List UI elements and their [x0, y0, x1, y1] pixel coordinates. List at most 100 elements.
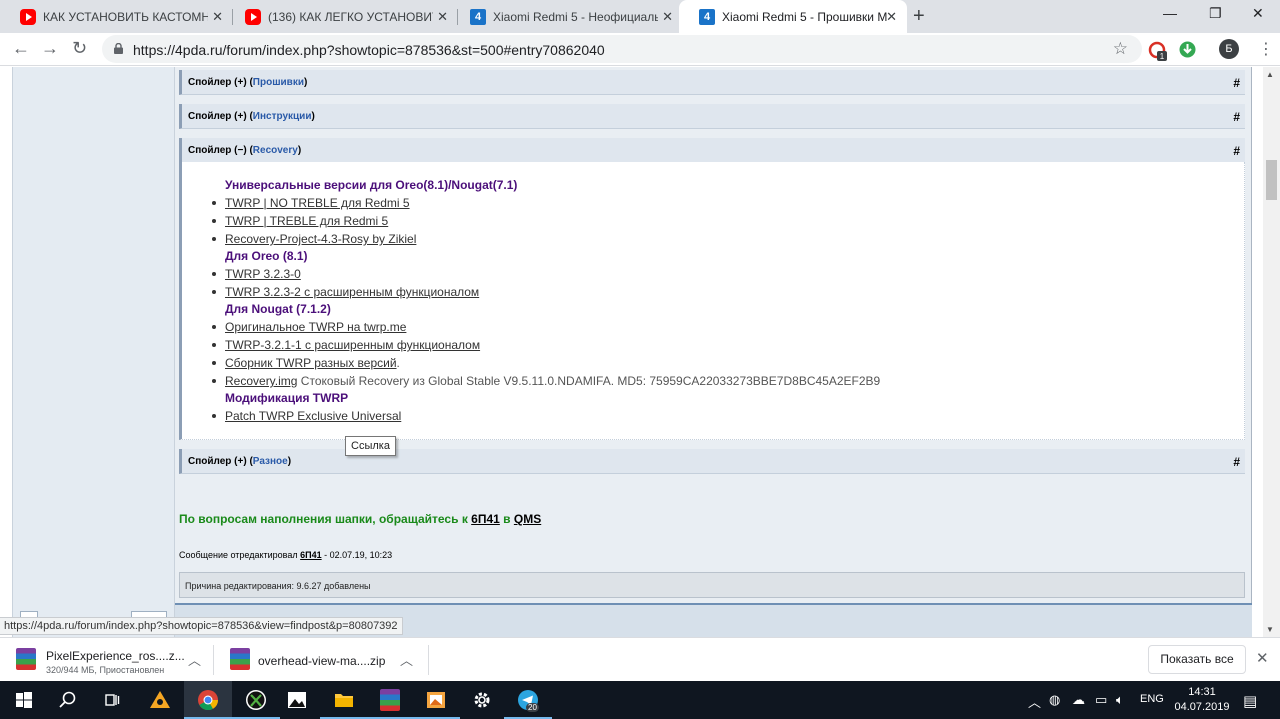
onedrive-icon[interactable]: ☁ [1072, 692, 1085, 708]
user-link[interactable]: 6П41 [471, 512, 500, 526]
spoiler-recovery[interactable]: Спойлер (−) (Recovery) # [179, 138, 1245, 163]
taskbar-app-winrar[interactable] [366, 681, 414, 719]
link-twrp-collection[interactable]: Сборник TWRP разных версий [225, 356, 397, 370]
language-indicator[interactable]: ENG [1140, 693, 1164, 705]
divider [428, 645, 429, 675]
spoiler-suffix: ) [303, 77, 308, 88]
taskbar-app-avast[interactable] [136, 681, 184, 719]
archive-icon [16, 648, 36, 670]
spoiler-suffix: ) [297, 145, 302, 156]
taskbar-app-paint[interactable] [412, 681, 460, 719]
menu-dots-icon[interactable]: ⋮ [1258, 39, 1274, 59]
link-recovery-img[interactable]: Recovery.img [225, 374, 297, 388]
download-item-pixelexperience[interactable]: PixelExperience_ros....z... 320/944 МБ, … [0, 638, 213, 682]
youtube-icon [245, 8, 261, 25]
search-button[interactable] [44, 681, 92, 719]
spoiler-misc[interactable]: Спойлер (+) (Разное) # [179, 449, 1245, 474]
avast-icon [150, 691, 170, 708]
reload-icon[interactable]: ↻ [72, 38, 87, 59]
link-twrp-treble[interactable]: TWRP | TREBLE для Redmi 5 [225, 214, 388, 228]
author-column [12, 67, 175, 637]
spoiler-firmware[interactable]: Спойлер (+) (Прошивки) # [179, 70, 1245, 95]
task-view-icon [105, 694, 120, 706]
spoiler-instructions[interactable]: Спойлер (+) (Инструкции) # [179, 104, 1245, 129]
back-arrow-icon[interactable]: ← [12, 38, 30, 59]
4pda-icon: 4 [699, 8, 715, 25]
search-icon [59, 691, 76, 708]
editor-link[interactable]: 6П41 [300, 550, 322, 560]
status-bar-url: https://4pda.ru/forum/index.php?showtopi… [0, 617, 403, 635]
spoiler-link-recovery[interactable]: Recovery [253, 145, 298, 156]
spoiler-anchor[interactable]: # [1233, 455, 1240, 469]
link-patch-twrp[interactable]: Patch TWRP Exclusive Universal [225, 409, 401, 423]
volume-icon[interactable]: 🔈︎ [1116, 692, 1124, 708]
scroll-up-arrow-icon[interactable]: ▲ [1266, 70, 1274, 79]
close-tab-icon[interactable]: ✕ [662, 9, 673, 25]
list-item-suffix: . [396, 356, 400, 370]
download-extension-icon[interactable] [1179, 41, 1196, 58]
qms-link[interactable]: QMS [514, 512, 541, 526]
close-tab-icon[interactable]: ✕ [212, 9, 223, 25]
tab-4pda-unofficial[interactable]: 4 Xiaomi Redmi 5 - Неофициальные ✕ [450, 0, 683, 33]
minimize-button[interactable]: — [1163, 5, 1177, 21]
link-twrp-3211[interactable]: TWRP-3.2.1-1 с расширенным функционалом [225, 338, 480, 352]
address-bar[interactable]: https://4pda.ru/forum/index.php?showtopi… [102, 35, 1142, 63]
spoiler-anchor[interactable]: # [1233, 144, 1240, 158]
edit-note: Сообщение отредактировал 6П41 - 02.07.19… [179, 550, 392, 560]
taskbar-app-settings[interactable] [458, 681, 506, 719]
spoiler-anchor[interactable]: # [1233, 110, 1240, 124]
task-view-button[interactable] [88, 681, 136, 719]
link-recovery-project[interactable]: Recovery-Project-4.3-Rosy by Zikiel [225, 232, 416, 246]
link-twrp-3232[interactable]: TWRP 3.2.3-2 с расширенным функционалом [225, 285, 479, 299]
spoiler-prefix: Спойлер (+) ( [188, 111, 253, 122]
battery-icon[interactable]: ▭ [1095, 692, 1107, 708]
tab-4pda-firmware[interactable]: 4 Xiaomi Redmi 5 - Прошивки MIUI ✕ [679, 0, 907, 33]
contact-mid: в [499, 512, 514, 526]
close-tab-icon[interactable]: ✕ [437, 9, 448, 25]
show-all-downloads-button[interactable]: Показать все [1148, 645, 1246, 674]
link-twrp-3230[interactable]: TWRP 3.2.3-0 [225, 267, 301, 281]
system-clock[interactable]: 14:31 04.07.2019 [1172, 685, 1232, 715]
post-border [1251, 67, 1252, 637]
scroll-down-arrow-icon[interactable]: ▼ [1266, 625, 1274, 634]
close-tab-icon[interactable]: ✕ [886, 9, 897, 25]
maximize-button[interactable]: ❐ [1209, 5, 1222, 22]
download-item-overhead[interactable]: overhead-view-ma....zip ︿ [214, 638, 428, 682]
taskbar-app-explorer[interactable] [320, 681, 368, 719]
download-name: overhead-view-ma....zip [258, 654, 386, 668]
chevron-up-icon[interactable]: ︿ [400, 650, 413, 669]
taskbar-app-telegram[interactable]: 20 [504, 681, 552, 719]
tab-youtube-1[interactable]: КАК УСТАНОВИТЬ КАСТОМНУЮ ✕ [0, 0, 233, 33]
notifications-icon[interactable]: ▤ [1243, 692, 1257, 710]
adblock-extension-icon[interactable]: 1 [1148, 41, 1168, 61]
network-globe-icon[interactable]: ◍ [1049, 692, 1060, 708]
profile-avatar[interactable]: Б [1219, 39, 1239, 59]
start-button[interactable] [0, 681, 48, 719]
scrollbar-track[interactable] [1263, 67, 1280, 637]
close-window-button[interactable]: ✕ [1252, 5, 1264, 22]
edit-date: - 02.07.19, 10:23 [321, 550, 393, 560]
list-item: Recovery.img Стоковый Recovery из Global… [212, 374, 880, 388]
taskbar-app-photos[interactable] [273, 681, 321, 719]
forward-arrow-icon[interactable]: → [41, 38, 59, 59]
link-twrp-original[interactable]: Оригинальное TWRP на twrp.me [225, 320, 406, 334]
spoiler-link-misc[interactable]: Разное [253, 456, 288, 467]
tab-youtube-2[interactable]: (136) КАК ЛЕГКО УСТАНОВИТЬ ТЕ ✕ [225, 0, 458, 33]
spoiler-link-firmware[interactable]: Прошивки [253, 77, 304, 88]
recovery-img-description: Стоковый Recovery из Global Stable V9.5.… [297, 374, 881, 388]
link-twrp-no-treble[interactable]: TWRP | NO TREBLE для Redmi 5 [225, 196, 410, 210]
taskbar-app-chrome[interactable] [184, 681, 232, 719]
downloads-shelf: PixelExperience_ros....z... 320/944 МБ, … [0, 637, 1280, 681]
archive-icon [380, 689, 400, 711]
gear-icon [474, 692, 490, 708]
new-tab-button[interactable]: + [913, 5, 925, 28]
chevron-up-icon[interactable]: ︿ [1028, 692, 1041, 711]
spoiler-anchor[interactable]: # [1233, 76, 1240, 90]
scrollbar-thumb[interactable] [1266, 160, 1277, 200]
bookmark-star-icon[interactable]: ☆ [1113, 39, 1128, 59]
close-shelf-icon[interactable]: ✕ [1256, 649, 1269, 667]
list-item: TWRP | NO TREBLE для Redmi 5 [212, 196, 410, 210]
spoiler-link-instructions[interactable]: Инструкции [253, 111, 312, 122]
chevron-up-icon[interactable]: ︿ [188, 650, 201, 669]
tab-title: Xiaomi Redmi 5 - Прошивки MIUI [722, 9, 887, 24]
